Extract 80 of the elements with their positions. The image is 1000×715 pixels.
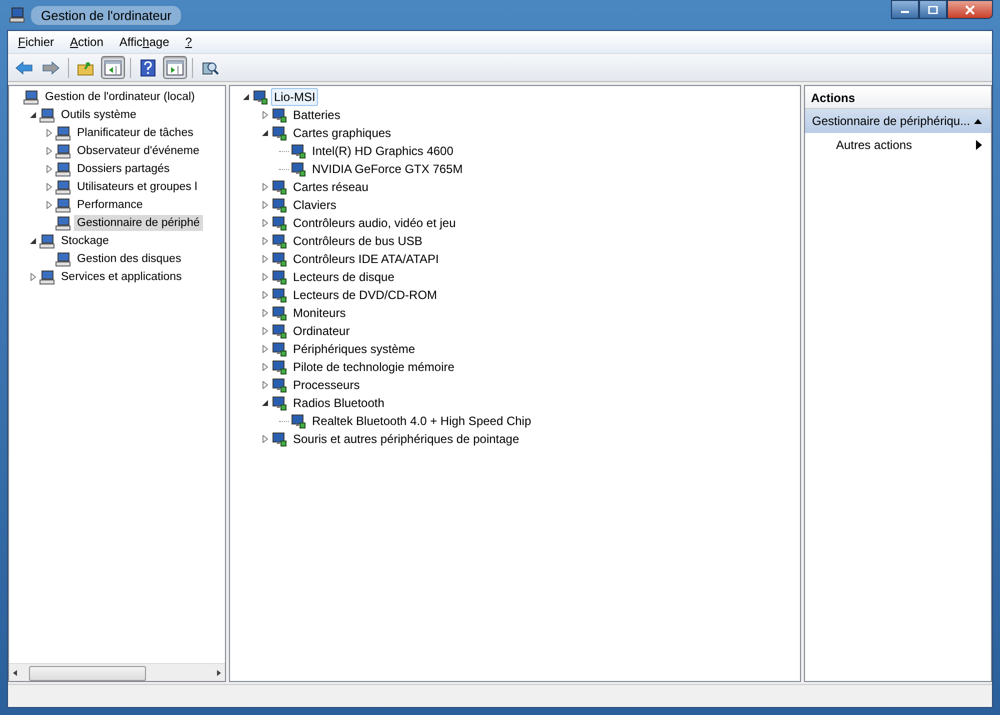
tree-item[interactable]: Ordinateur [290,322,353,340]
maximize-button[interactable] [919,0,947,19]
tree-item[interactable]: Processeurs [290,376,363,394]
tree-item[interactable]: Lio-MSI [271,88,318,106]
monitor-icon [271,323,287,339]
tree-item[interactable]: Observateur d'événeme [74,143,202,159]
tree-item[interactable]: Contrôleurs audio, vidéo et jeu [290,214,459,232]
monitor-icon [271,431,287,447]
monitor-icon [271,305,287,321]
tree-item[interactable]: Gestion des disques [74,251,184,267]
computer-icon [39,269,55,285]
monitor-icon [271,359,287,375]
monitor-icon [271,341,287,357]
tree-item[interactable]: Cartes réseau [290,178,372,196]
computer-icon [55,179,71,195]
tree-item[interactable]: Lecteurs de DVD/CD-ROM [290,286,440,304]
monitor-icon [271,125,287,141]
monitor-icon [271,233,287,249]
tree-item[interactable]: Radios Bluetooth [290,394,388,412]
tree-item[interactable]: Contrôleurs IDE ATA/ATAPI [290,250,442,268]
menu-item[interactable]: Affichage [119,35,170,49]
tree-item[interactable]: Gestion de l'ordinateur (local) [42,89,198,105]
computer-icon [39,233,55,249]
menu-item[interactable]: ? [185,35,192,49]
tree-item[interactable]: Intel(R) HD Graphics 4600 [309,142,456,160]
monitor-icon [271,395,287,411]
tree-item[interactable]: Pilote de technologie mémoire [290,358,458,376]
actions-section-header[interactable]: Gestionnaire de périphériqu... [805,109,991,133]
menu-item[interactable]: Action [70,35,104,49]
computer-icon [55,161,71,177]
tree-item[interactable]: Stockage [58,233,112,249]
tree-item[interactable]: Services et applications [58,269,185,285]
tree-item[interactable]: Performance [74,197,146,213]
tree-item[interactable]: Gestionnaire de périphé [74,215,203,231]
tree-item[interactable]: Planificateur de tâches [74,125,196,141]
monitor-icon [271,179,287,195]
computer-icon [55,197,71,213]
tree-item[interactable]: Contrôleurs de bus USB [290,232,426,250]
close-icon [964,4,976,14]
close-button[interactable] [947,0,993,19]
horizontal-scrollbar[interactable] [9,663,225,681]
monitor-icon [271,287,287,303]
monitor-icon [252,89,268,105]
computer-icon [55,251,71,267]
tree-item[interactable]: Lecteurs de disque [290,268,398,286]
computer-icon [9,7,25,23]
computer-icon [23,89,39,105]
console-tree-button[interactable] [101,56,125,79]
monitor-icon [271,251,287,267]
window-title: Gestion de l'ordinateur [31,6,182,24]
tree-item[interactable]: Outils système [58,107,140,123]
monitor-icon [271,107,287,123]
monitor-icon [271,377,287,393]
computer-icon [55,215,71,231]
monitor-icon [271,215,287,231]
minimize-button[interactable] [891,0,919,19]
tree-item[interactable]: Claviers [290,196,340,214]
collapse-arrow-icon[interactable] [973,117,983,125]
tree-item[interactable]: Realtek Bluetooth 4.0 + High Speed Chip [309,412,534,430]
monitor-icon [271,197,287,213]
computer-icon [39,107,55,123]
tree-item[interactable]: NVIDIA GeForce GTX 765M [309,160,466,178]
tree-item[interactable]: Souris et autres périphériques de pointage [290,430,522,448]
action-link[interactable]: Autres actions [836,138,912,152]
computer-icon [55,125,71,141]
computer-icon [55,143,71,159]
monitor-icon [290,143,306,159]
tree-item[interactable]: Moniteurs [290,304,349,322]
monitor-icon [271,269,287,285]
tree-item[interactable]: Cartes graphiques [290,124,394,142]
maximize-icon [928,6,938,14]
monitor-icon [290,413,306,429]
menu-item[interactable]: Fichier [18,35,54,49]
tree-item[interactable]: Dossiers partagés [74,161,173,177]
tree-item[interactable]: Utilisateurs et groupes l [74,179,200,195]
tree-item[interactable]: Périphériques système [290,340,418,358]
monitor-icon [290,161,306,177]
action-pane-button[interactable] [163,56,187,79]
section-title: Gestionnaire de périphériqu... [812,114,970,128]
tree-item[interactable]: Batteries [290,106,344,124]
